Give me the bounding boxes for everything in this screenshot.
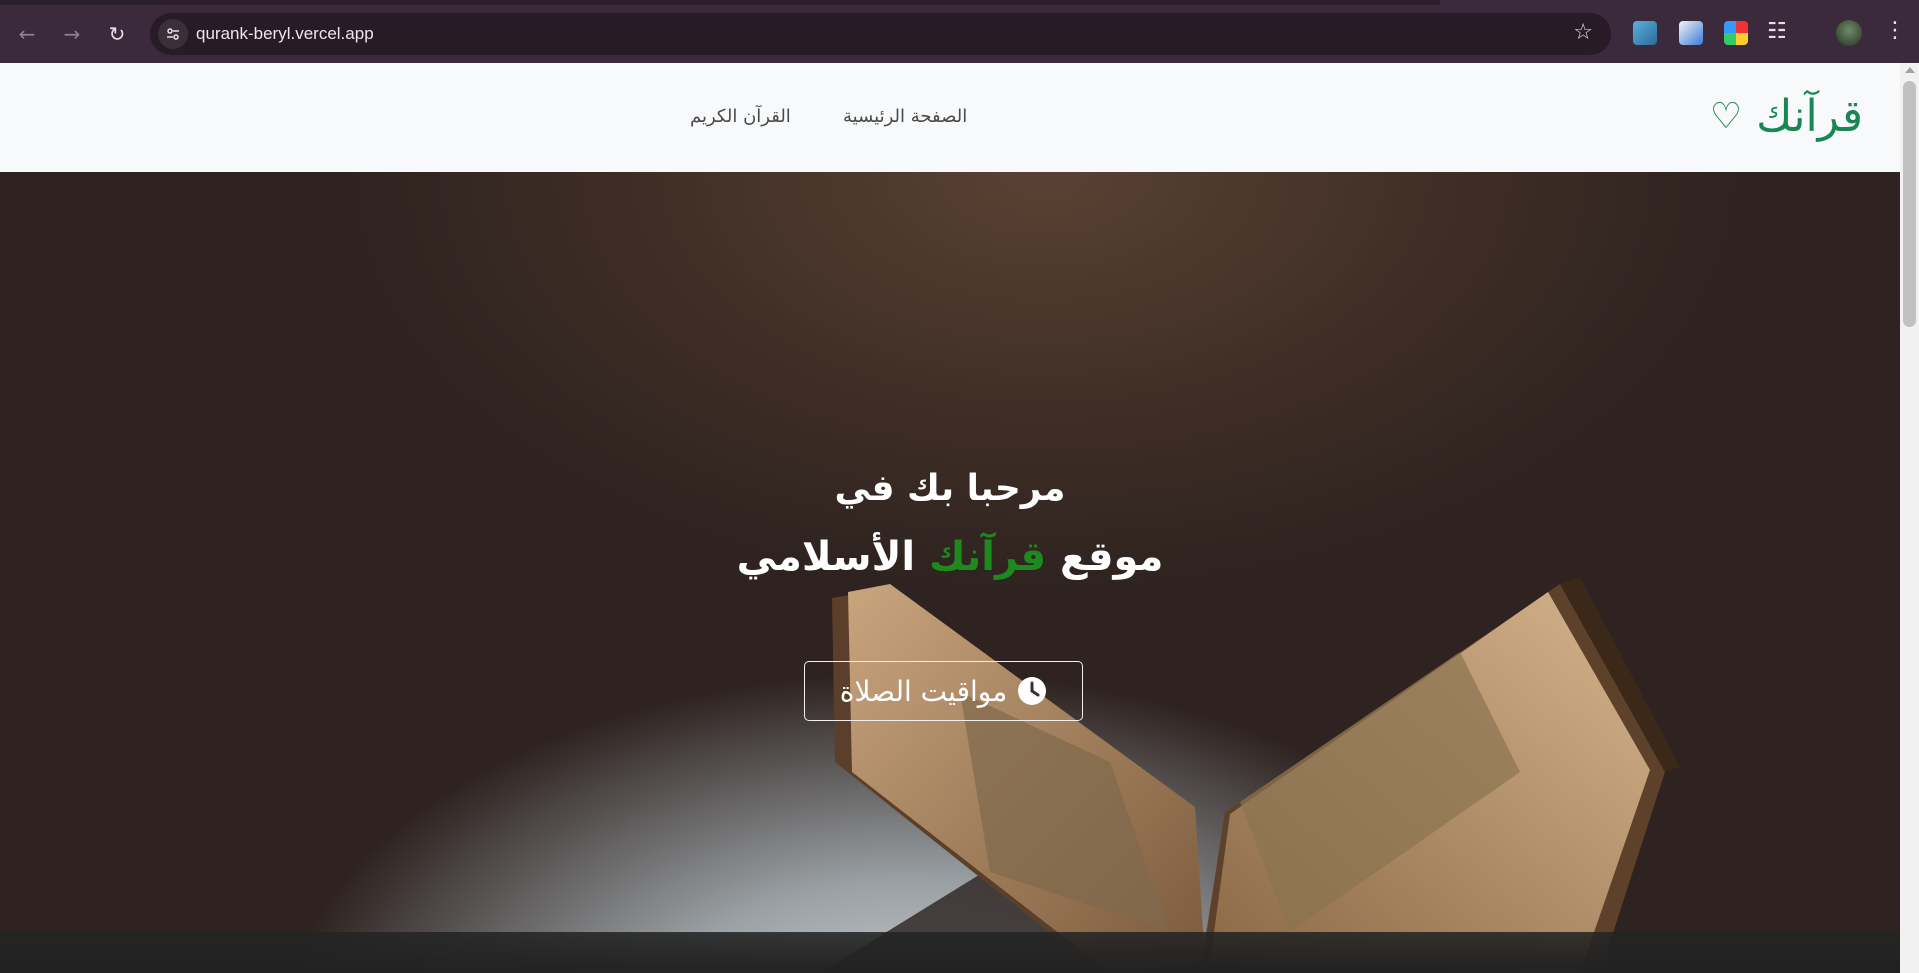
page-scrollbar[interactable]: [1900, 63, 1919, 973]
nav-link-quran[interactable]: القرآن الكريم: [690, 106, 791, 127]
bookmark-star-icon[interactable]: ☆: [1573, 20, 1593, 45]
hero-floor-shadow: [0, 933, 1900, 973]
prayer-times-button[interactable]: مواقيت الصلاة: [804, 661, 1083, 721]
clock-icon: [1018, 677, 1047, 705]
prayer-times-label: مواقيت الصلاة: [839, 674, 1008, 708]
extension-1-icon[interactable]: [1633, 21, 1657, 45]
scrollbar-thumb[interactable]: [1903, 81, 1916, 327]
hero-section: مرحبا بك في موقع قرآنك الأسلامي مواقيت ا…: [0, 172, 1900, 973]
more-menu-icon[interactable]: ⋮: [1884, 18, 1906, 43]
hero-heading-prefix: موقع: [1060, 534, 1164, 580]
brand-name: قرآنك: [1756, 91, 1863, 142]
heart-icon: ♡: [1709, 96, 1743, 137]
browser-toolbar: ← → ↻ qurank-beryl.vercel.app ☆ ☷ ⋮: [0, 0, 1919, 63]
site-navbar: قرآنك ♡ الصفحة الرئيسية القرآن الكريم: [0, 63, 1900, 172]
scroll-up-arrow-icon[interactable]: [1905, 67, 1915, 73]
site-info-icon[interactable]: [158, 19, 188, 49]
back-icon[interactable]: ←: [12, 19, 42, 49]
hero-heading-highlight: قرآنك: [929, 534, 1047, 580]
hero-heading-line1: مرحبا بك في: [834, 468, 1066, 509]
extension-2-icon[interactable]: [1679, 21, 1703, 45]
extension-3-icon[interactable]: [1724, 21, 1748, 45]
profile-avatar[interactable]: [1836, 20, 1862, 46]
hero-heading-line2: موقع قرآنك الأسلامي: [0, 534, 1900, 580]
forward-icon[interactable]: →: [57, 19, 87, 49]
reload-icon[interactable]: ↻: [102, 19, 132, 49]
nav-link-home[interactable]: الصفحة الرئيسية: [843, 106, 967, 127]
tab-strip: [0, 0, 1440, 5]
url-text[interactable]: qurank-beryl.vercel.app: [196, 24, 374, 44]
brand-logo[interactable]: قرآنك ♡: [1710, 91, 1863, 142]
address-bar[interactable]: qurank-beryl.vercel.app ☆: [150, 13, 1611, 55]
hero-heading-suffix: الأسلامي: [736, 534, 916, 580]
extensions-puzzle-icon[interactable]: ☷: [1767, 19, 1787, 44]
